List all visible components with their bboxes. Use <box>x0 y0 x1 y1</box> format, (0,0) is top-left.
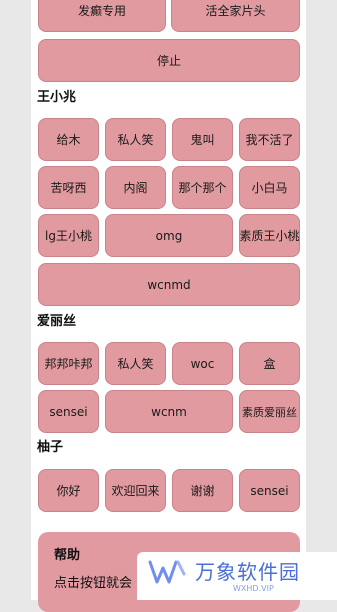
sound-button[interactable]: wcnm <box>105 390 233 433</box>
button-label: 苦呀西 <box>50 181 87 195</box>
sound-button-fadian[interactable]: 发癫专用 <box>38 0 166 32</box>
sound-button[interactable]: 鬼叫 <box>172 118 233 161</box>
watermark-brand: 万象软件园 <box>195 560 300 584</box>
sound-button[interactable]: 苦呀西 <box>38 166 99 209</box>
button-label: sensei <box>250 483 289 498</box>
stop-button[interactable]: 停止 <box>38 39 300 82</box>
sound-button[interactable]: 欢迎回来 <box>105 469 166 512</box>
button-label: 私人笑 <box>117 357 154 371</box>
button-label: 谢谢 <box>190 484 215 498</box>
button-label: 素质王小桃 <box>239 229 300 243</box>
sound-button[interactable]: 邦邦咔邦 <box>38 342 99 385</box>
section-title-alice: 爱丽丝 <box>37 314 77 329</box>
sound-button[interactable]: 私人笑 <box>105 118 166 161</box>
sound-button[interactable]: 谢谢 <box>172 469 233 512</box>
sound-button[interactable]: sensei <box>38 390 99 433</box>
sound-button[interactable]: wcnmd <box>38 263 300 306</box>
button-label: 私人笑 <box>117 133 154 147</box>
button-label: 给木 <box>56 133 81 147</box>
sound-button[interactable]: 素质王小桃 <box>239 214 300 257</box>
watermark: 万象软件园 WXHD.VIP <box>137 552 337 600</box>
button-label: wcnm <box>151 404 187 419</box>
button-label: 你好 <box>56 484 81 498</box>
sound-button[interactable]: 小白马 <box>239 166 300 209</box>
help-text: 点击按钮就会 <box>54 576 133 591</box>
sound-button[interactable]: 那个那个 <box>172 166 233 209</box>
sound-button[interactable]: 盒 <box>239 342 300 385</box>
button-label: 欢迎回来 <box>111 484 160 498</box>
button-label: 发癫专用 <box>77 3 126 18</box>
sound-button-huoquanjia[interactable]: 活全家片头 <box>171 0 300 32</box>
button-label: 那个那个 <box>178 181 227 195</box>
button-label: wcnmd <box>147 277 191 292</box>
help-title: 帮助 <box>54 548 81 563</box>
sound-button[interactable]: 私人笑 <box>105 342 166 385</box>
button-label: 小白马 <box>251 181 288 195</box>
button-label: 我不活了 <box>245 133 294 147</box>
button-label: lg王小桃 <box>45 229 92 243</box>
button-label: 素质爱丽丝 <box>242 405 297 419</box>
sound-button[interactable]: omg <box>105 214 233 257</box>
button-label: omg <box>155 228 183 243</box>
sound-button[interactable]: sensei <box>239 469 300 512</box>
button-label: sensei <box>49 404 88 419</box>
sound-button[interactable]: 你好 <box>38 469 99 512</box>
sound-button[interactable]: 给木 <box>38 118 99 161</box>
watermark-logo-icon <box>148 560 186 584</box>
sound-button[interactable]: lg王小桃 <box>38 214 99 257</box>
watermark-sub: WXHD.VIP <box>233 584 274 593</box>
button-label: 盒 <box>263 357 276 371</box>
button-label: 活全家片头 <box>205 3 266 18</box>
button-label: 鬼叫 <box>190 133 215 147</box>
sound-button[interactable]: 我不活了 <box>239 118 300 161</box>
button-label: 邦邦咔邦 <box>44 357 93 371</box>
button-label: 停止 <box>156 54 181 68</box>
button-label: 内阁 <box>123 181 148 195</box>
section-title-yuzu: 柚子 <box>37 440 64 455</box>
sound-button[interactable]: 素质爱丽丝 <box>239 390 300 433</box>
sound-button[interactable]: woc <box>172 342 233 385</box>
button-label: woc <box>190 356 215 371</box>
sound-button[interactable]: 内阁 <box>105 166 166 209</box>
section-title-wangxiaozhao: 王小兆 <box>37 90 77 105</box>
